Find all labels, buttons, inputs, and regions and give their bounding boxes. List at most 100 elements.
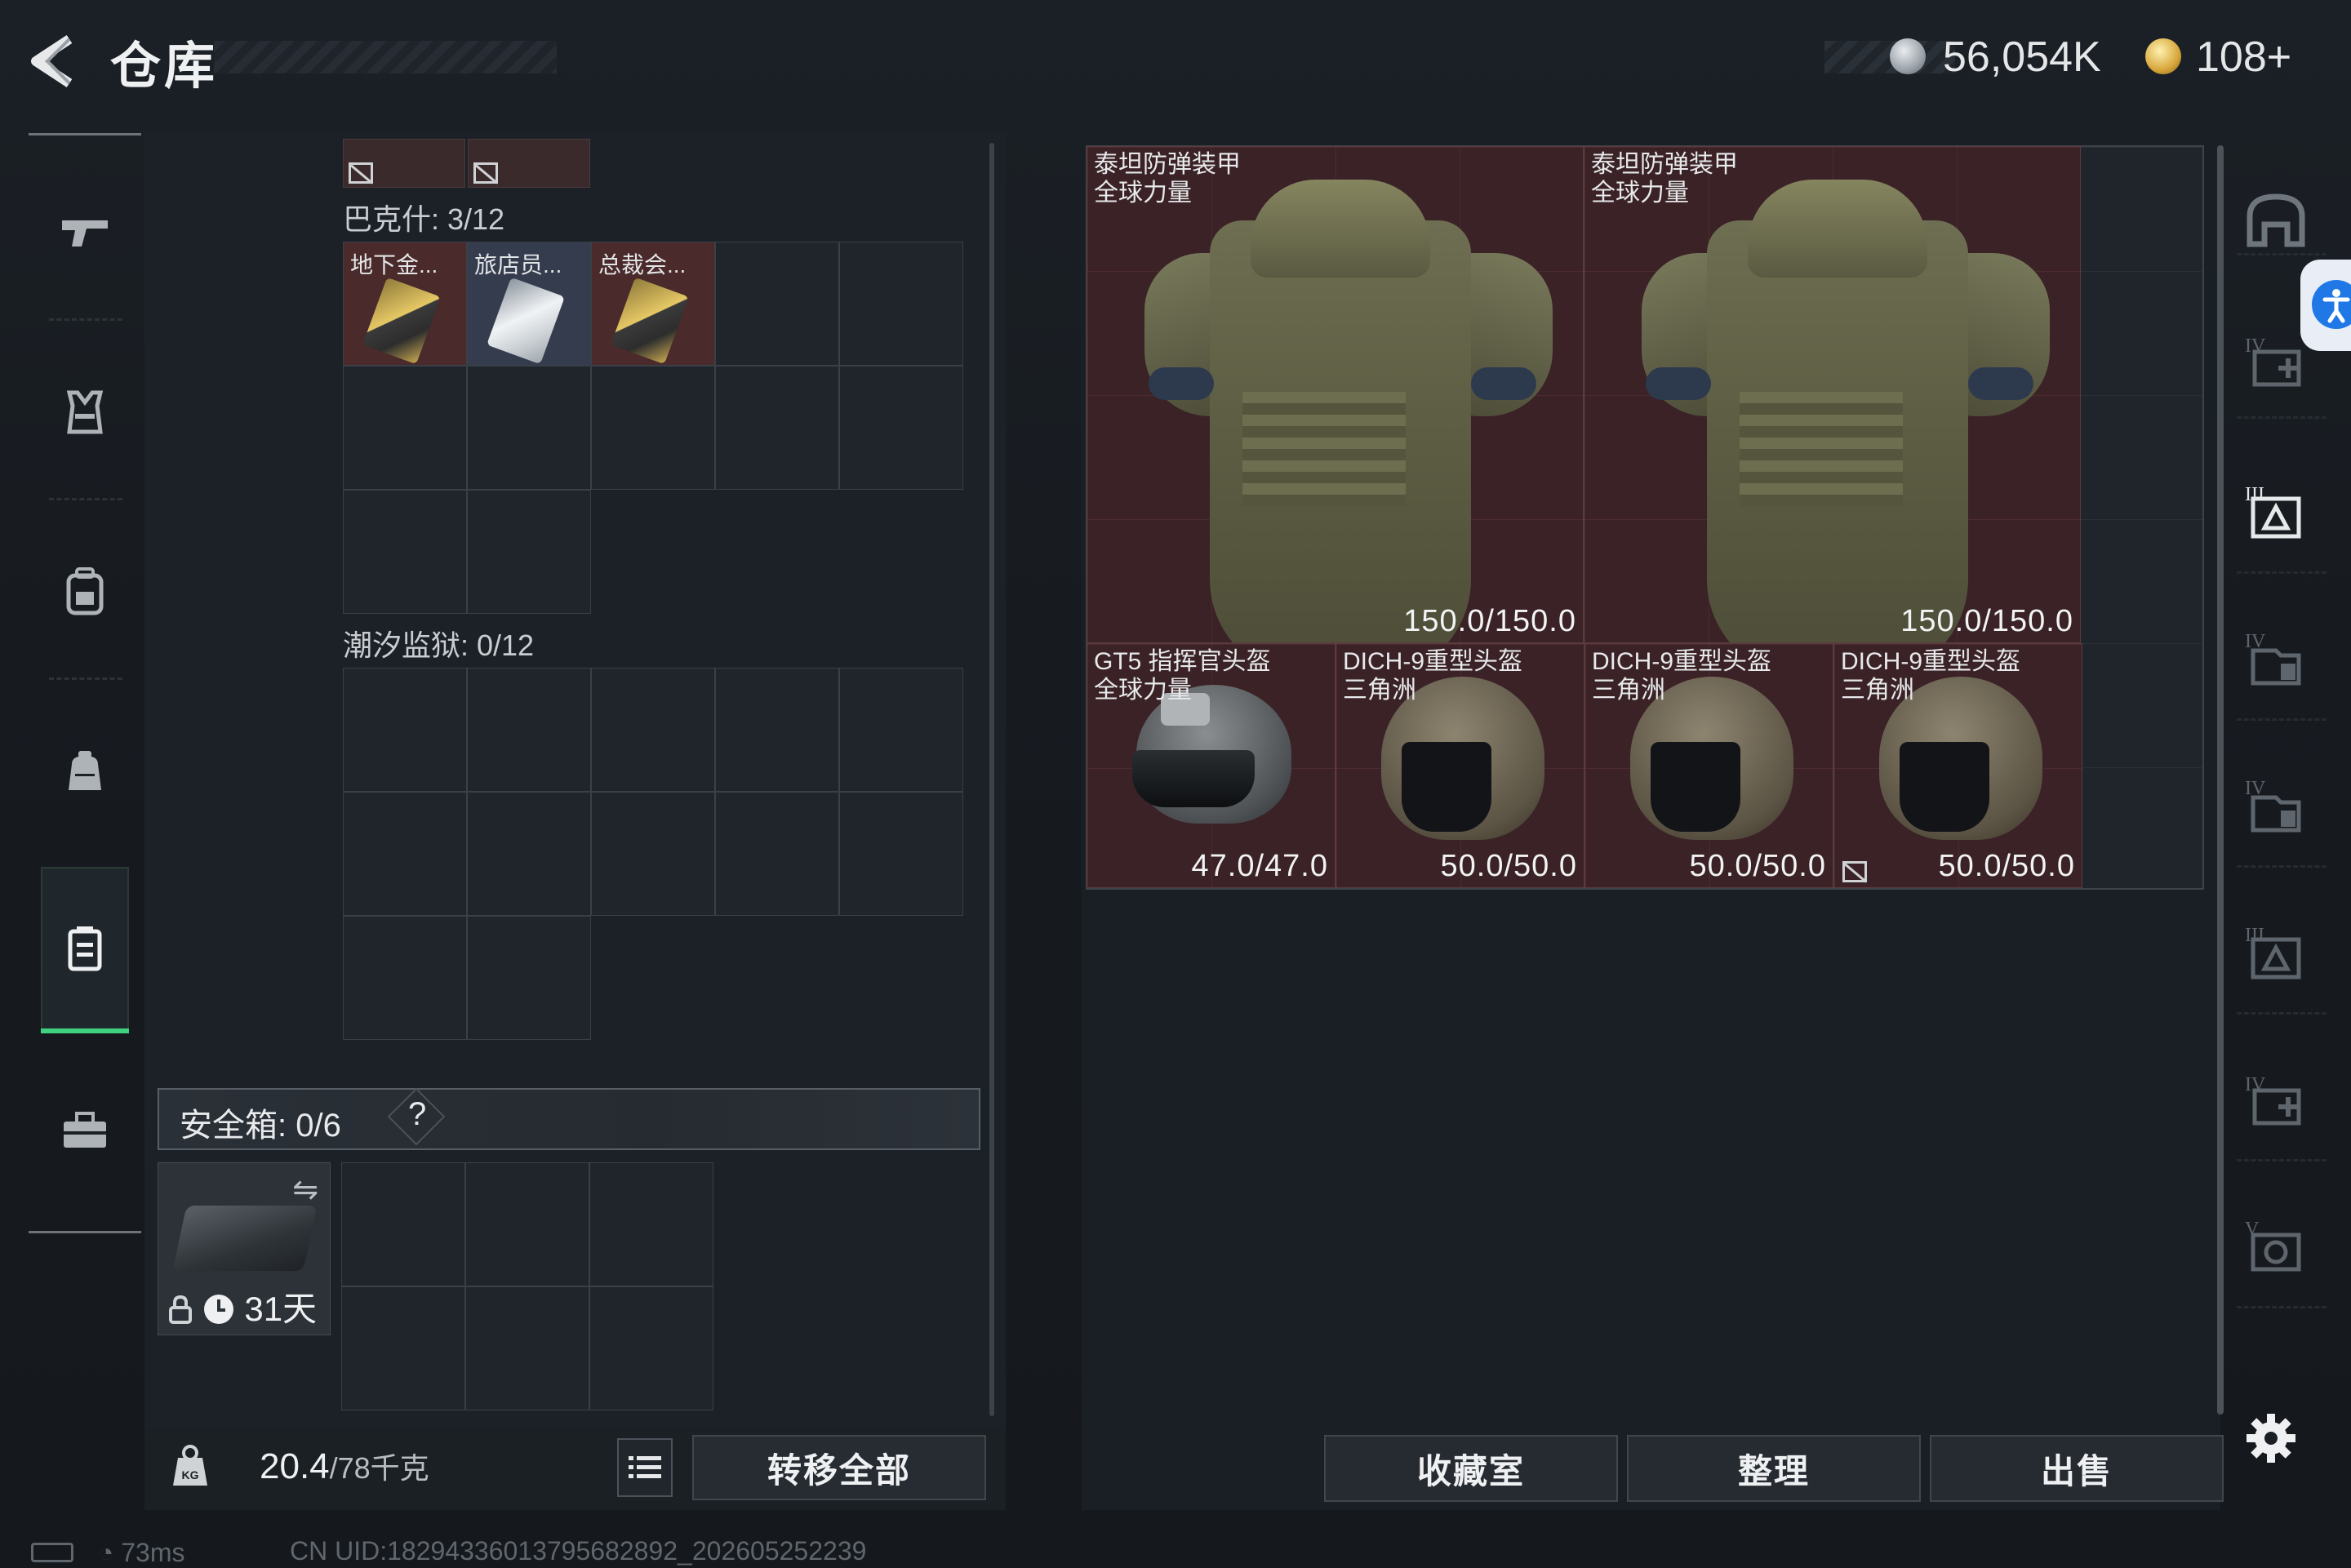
item-name: GT5 指挥官头盔 全球力量 <box>1094 648 1271 704</box>
right-tab-stash-iii-2[interactable]: III <box>2237 918 2314 984</box>
collection-room-button[interactable]: 收藏室 <box>1324 1435 1618 1502</box>
accessibility-button[interactable] <box>2300 260 2351 351</box>
bag-icon <box>69 751 101 790</box>
stash-item-helmet[interactable]: DICH-9重型头盔 三角洲 50.0/50.0 <box>1833 643 2082 888</box>
keycard-grid-tide-prison <box>343 668 963 1040</box>
sell-button[interactable]: 出售 <box>1930 1435 2224 1502</box>
lock-icon <box>169 1295 192 1324</box>
empty-slot[interactable] <box>715 668 839 792</box>
stash-scrollbar[interactable] <box>2217 145 2224 1415</box>
stash-item-armor[interactable]: 泰坦防弹装甲 全球力量 150.0/150.0 <box>1087 146 1584 643</box>
sidebar-item-bag[interactable] <box>29 694 141 849</box>
empty-slot[interactable] <box>589 1162 713 1286</box>
sidebar-bottom-line <box>29 1231 141 1233</box>
keycard-gold-icon <box>611 277 689 365</box>
right-tab-stash-v[interactable]: V <box>2237 1212 2314 1277</box>
empty-slot[interactable] <box>467 792 591 916</box>
empty-slot[interactable] <box>467 668 591 792</box>
right-tab-stash-iv[interactable]: IV <box>2237 624 2314 690</box>
svg-text:KG: KG <box>182 1468 199 1481</box>
empty-slot[interactable] <box>715 792 839 916</box>
no-bring-icon <box>1842 861 1867 882</box>
swap-icon[interactable]: ⇋ <box>292 1171 318 1208</box>
gold-coin-icon <box>2145 38 2181 74</box>
list-view-button[interactable] <box>617 1438 673 1497</box>
help-icon[interactable]: ? <box>408 1096 426 1133</box>
keycard-item[interactable]: 旅店员... <box>467 242 591 366</box>
sidebar-item-keycards[interactable] <box>41 867 129 1030</box>
stash-item-helmet[interactable]: DICH-9重型头盔 三角洲 50.0/50.0 <box>1335 643 1584 888</box>
right-tab-separator <box>2237 1012 2327 1016</box>
empty-slot[interactable] <box>589 1286 713 1410</box>
stash-v-icon: V <box>2245 1219 2300 1272</box>
stash-item-helmet[interactable]: DICH-9重型头盔 三角洲 50.0/50.0 <box>1584 643 1833 888</box>
empty-slot[interactable] <box>715 242 839 366</box>
stash-iii-icon: III <box>2245 484 2300 539</box>
empty-slot[interactable] <box>591 668 715 792</box>
empty-slot[interactable] <box>591 792 715 916</box>
safe-box-timer: 31天 <box>168 1281 317 1331</box>
keycard-item[interactable]: 总裁会... <box>591 242 715 366</box>
back-arrow-icon[interactable] <box>24 33 82 90</box>
right-tab-stash-iii-active[interactable]: III <box>2237 478 2314 543</box>
sidebar-item-toolbox[interactable] <box>29 1053 141 1208</box>
stash-iv-icon: IV <box>2245 778 2300 833</box>
list-icon <box>629 1456 661 1478</box>
item-name: DICH-9重型头盔 三角洲 <box>1343 648 1523 704</box>
settings-gear-icon[interactable] <box>2245 1412 2297 1464</box>
sort-button[interactable]: 整理 <box>1627 1435 1921 1502</box>
stash-item-armor[interactable]: 泰坦防弹装甲 全球力量 150.0/150.0 <box>1584 146 2081 643</box>
empty-slot[interactable] <box>839 792 963 916</box>
empty-slot[interactable] <box>467 490 591 614</box>
transfer-all-button[interactable]: 转移全部 <box>692 1435 986 1500</box>
right-tab-helmet[interactable] <box>2237 188 2314 253</box>
sidebar-item-rig[interactable] <box>29 335 141 490</box>
empty-slot[interactable] <box>343 916 467 1040</box>
empty-slot[interactable] <box>343 490 467 614</box>
right-tab-separator <box>2237 416 2327 420</box>
safe-box-count: 0/6 <box>296 1108 341 1144</box>
silver-coin-icon <box>1890 38 1926 74</box>
right-tab-separator <box>2237 253 2327 257</box>
keycard-gold-icon <box>362 277 441 365</box>
stash-item-helmet[interactable]: GT5 指挥官头盔 全球力量 47.0/47.0 <box>1087 643 1335 888</box>
empty-slot[interactable] <box>715 366 839 490</box>
safe-box-label: 安全箱: 0/6 <box>180 1099 341 1146</box>
empty-slot[interactable] <box>465 1162 589 1286</box>
empty-slot[interactable] <box>839 366 963 490</box>
inventory-scrollbar[interactable] <box>989 143 994 1416</box>
empty-slot[interactable] <box>839 242 963 366</box>
right-tab-stash-iv-add-2[interactable]: IV <box>2237 1065 2314 1130</box>
keycard-item[interactable]: 地下金... <box>343 242 467 366</box>
safe-box-container-item[interactable]: ⇋ 31天 <box>158 1162 331 1335</box>
right-tab-stash-iv-2[interactable]: IV <box>2237 771 2314 837</box>
accessibility-icon <box>2312 280 2351 329</box>
item-name: 泰坦防弹装甲 全球力量 <box>1094 151 1241 207</box>
empty-slot[interactable] <box>341 1162 465 1286</box>
empty-slot[interactable] <box>467 916 591 1040</box>
empty-slot[interactable] <box>343 792 467 916</box>
partial-item[interactable] <box>468 139 590 188</box>
right-tab-separator <box>2237 718 2327 722</box>
empty-slot[interactable] <box>343 366 467 490</box>
battery-icon <box>31 1543 73 1562</box>
sidebar-item-backpack[interactable] <box>29 514 141 669</box>
empty-slot[interactable] <box>467 366 591 490</box>
empty-slot[interactable] <box>839 668 963 792</box>
keycard-silver-icon <box>487 277 565 365</box>
partial-item[interactable] <box>343 139 465 188</box>
weight-icon: KG <box>173 1445 207 1486</box>
item-durability: 150.0/150.0 <box>1403 604 1576 638</box>
empty-slot[interactable] <box>591 366 715 490</box>
right-tab-separator <box>2237 865 2327 869</box>
title-decoration <box>214 41 557 73</box>
empty-slot[interactable] <box>341 1286 465 1410</box>
sidebar-item-weapons[interactable] <box>29 155 141 310</box>
sidebar-separator <box>49 498 122 502</box>
sidebar-separator <box>49 318 122 322</box>
empty-slot[interactable] <box>465 1286 589 1410</box>
page-title: 仓库 <box>110 38 219 95</box>
gold-currency-value[interactable]: 108+ <box>2196 33 2291 82</box>
empty-slot[interactable] <box>343 668 467 792</box>
item-name: 地下金... <box>350 252 438 278</box>
